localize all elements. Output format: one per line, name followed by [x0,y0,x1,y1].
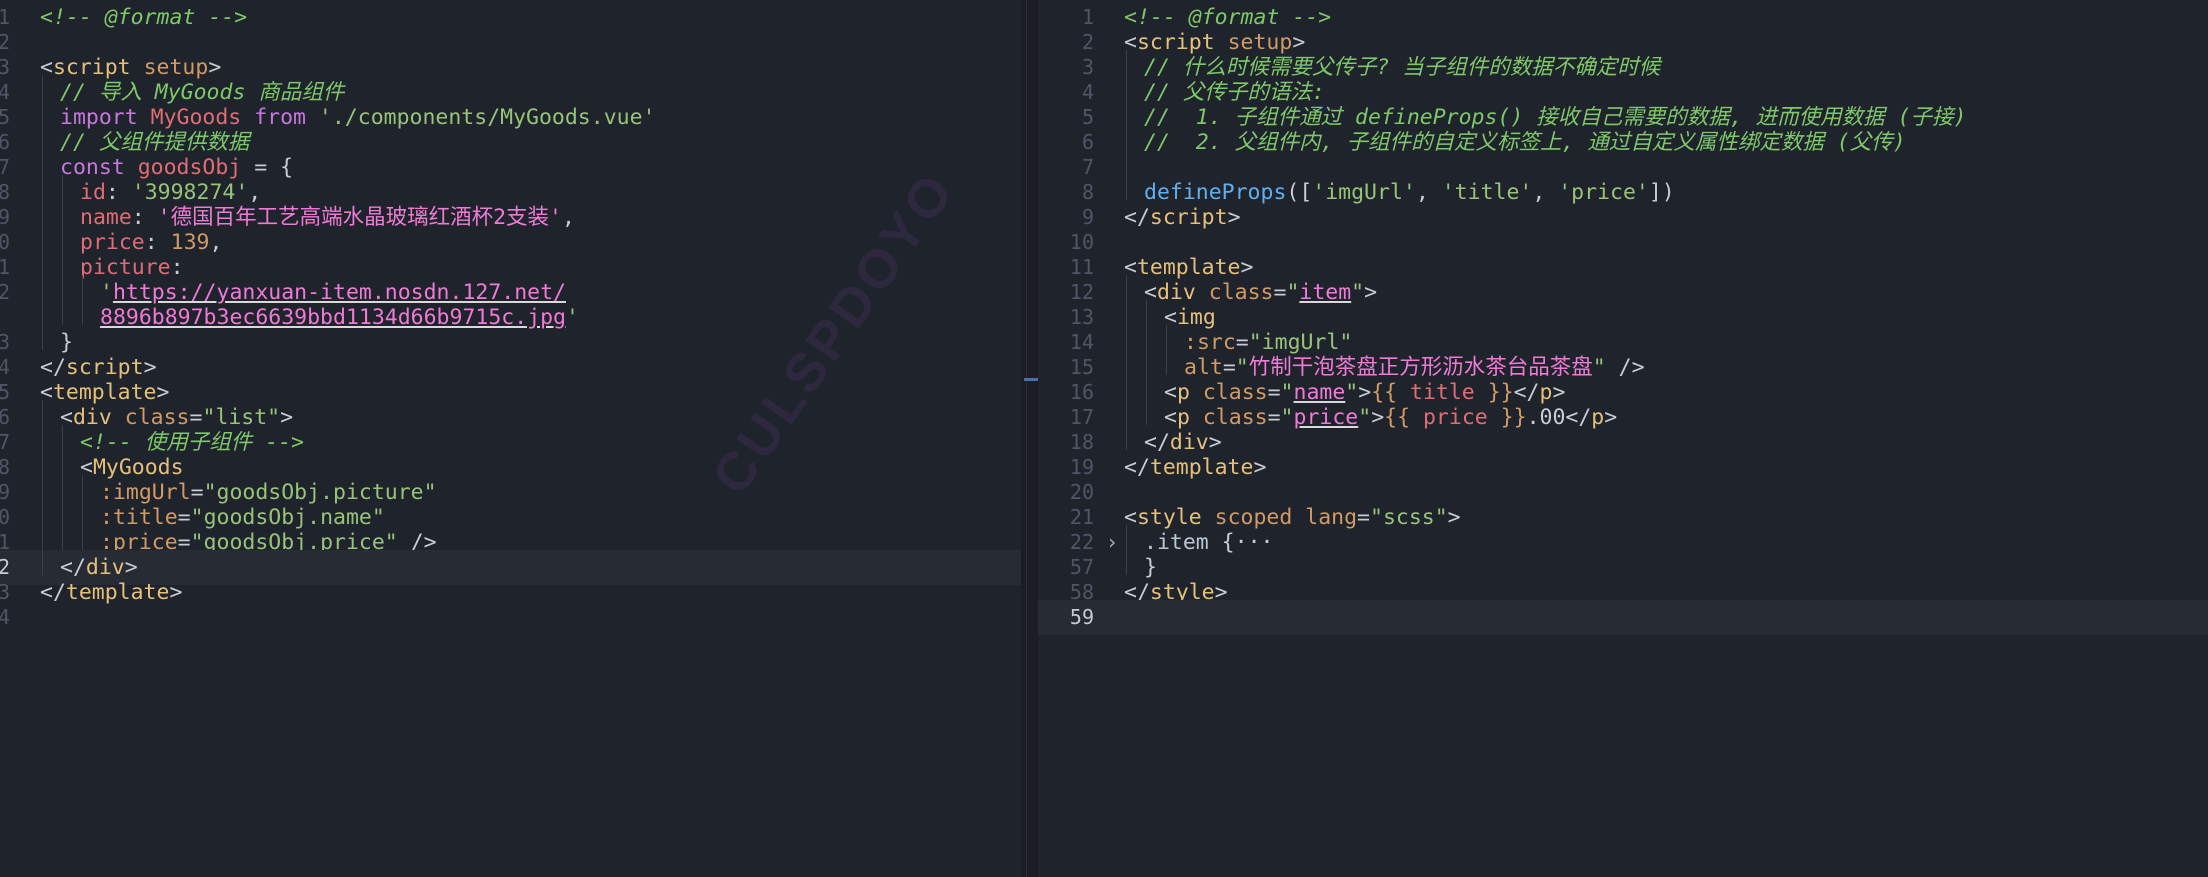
indent-guide [42,150,43,175]
divider-line [1026,0,1027,877]
indent-guide [42,275,43,300]
indent-guide [1126,50,1127,75]
indent-guide [82,475,83,500]
indent-guide [1126,75,1127,100]
indent-guide [1126,375,1127,400]
indent-guide [1126,350,1127,375]
indent-guide [1146,300,1147,325]
indent-guide [1126,550,1127,575]
indent-guide [1126,125,1127,150]
indent-guide [62,300,63,325]
indent-guide [42,125,43,150]
indent-guide [42,75,43,100]
right-editor[interactable]: 1 <!-- @format --> 2 <script setup> 3// 什么时候… [1038,0,2208,877]
indent-guide [62,475,63,500]
code-line[interactable]: 4 [0,600,1021,635]
indent-guide [42,425,43,450]
left-editor[interactable]: 1 <!-- @format --> 2 3 <script setup> 4// 导入 … [0,0,1021,877]
indent-guide [42,500,43,525]
indent-guide [1126,150,1127,175]
indent-guide [62,275,63,300]
line-number: 4 [0,605,10,629]
indent-guide [42,300,43,325]
indent-guide [1166,350,1167,375]
indent-guide [42,400,43,425]
indent-guide [1126,275,1127,300]
indent-guide [42,100,43,125]
indent-guide [42,550,43,575]
indent-guide [1146,350,1147,375]
indent-guide [1146,400,1147,425]
indent-guide [42,525,43,550]
indent-guide [62,450,63,475]
indent-guide [62,200,63,225]
indent-guide [42,200,43,225]
indent-guide [42,450,43,475]
indent-guide [82,525,83,550]
line-number: 59 [1069,605,1094,629]
indent-guide [62,250,63,275]
indent-guide [1126,325,1127,350]
indent-guide [1126,400,1127,425]
indent-guide [1126,300,1127,325]
indent-guide [42,325,43,350]
indent-guide [1146,375,1147,400]
indent-guide [82,275,83,300]
indent-guide [62,225,63,250]
indent-guide [42,225,43,250]
indent-guide [1146,325,1147,350]
indent-guide [82,300,83,325]
indent-guide [62,425,63,450]
indent-guide [1126,100,1127,125]
indent-guide [62,500,63,525]
indent-guide [42,250,43,275]
split-divider[interactable] [1021,0,1038,877]
indent-guide [1126,425,1127,450]
indent-guide [1126,175,1127,200]
indent-guide [82,500,83,525]
code-line[interactable]: 59 [1038,600,2208,635]
indent-guide [42,475,43,500]
indent-guide [42,175,43,200]
indent-guide [1166,325,1167,350]
indent-guide [62,525,63,550]
indent-guide [62,175,63,200]
indent-guide [1126,525,1127,550]
